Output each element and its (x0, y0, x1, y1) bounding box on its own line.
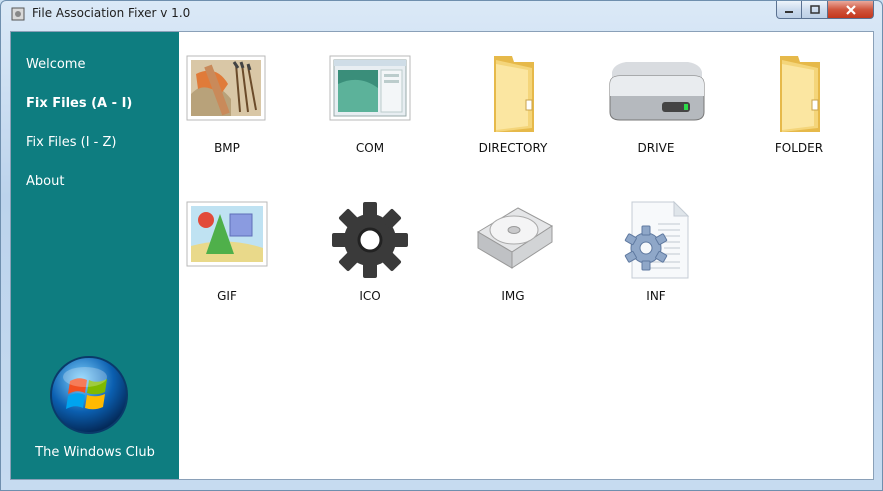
gear-icon (332, 202, 408, 278)
file-tile-img[interactable]: IMG (448, 200, 578, 310)
window-title: File Association Fixer v 1.0 (32, 6, 191, 20)
folder-icon (780, 56, 820, 132)
file-tile-label: COM (355, 141, 385, 155)
window-controls (776, 1, 874, 20)
disc-case-icon (477, 207, 553, 269)
file-tile-label: DIRECTORY (478, 141, 548, 155)
file-tile-gif[interactable]: GIF (162, 200, 292, 310)
app-icon (11, 7, 25, 21)
sidebar: Welcome Fix Files (A - I) Fix Files (I -… (11, 32, 179, 479)
title-bar[interactable]: File Association Fixer v 1.0 (1, 1, 882, 27)
file-tile-inf[interactable]: INF (591, 200, 721, 310)
file-tile-label: IMG (501, 289, 525, 303)
file-tile-label: BMP (214, 141, 240, 155)
file-tile-label: FOLDER (774, 141, 824, 155)
com-window-icon (329, 55, 411, 121)
file-tile-folder[interactable]: FOLDER (734, 54, 864, 164)
file-tile-drive[interactable]: DRIVE (591, 54, 721, 164)
file-tile-directory[interactable]: DIRECTORY (448, 54, 578, 164)
file-tile-label: GIF (217, 289, 237, 303)
file-tile-label: ICO (359, 289, 381, 303)
file-type-grid: BMP COM DIRECTORY DRIVE FOLDER GIF ICO I… (179, 32, 873, 479)
file-tile-label: DRIVE (637, 141, 675, 155)
brand-label: The Windows Club (35, 445, 155, 460)
gif-image-icon (186, 201, 268, 267)
folder-icon (494, 56, 534, 132)
sidebar-item-fix-files-a-i[interactable]: Fix Files (A - I) (26, 96, 132, 111)
file-tile-com[interactable]: COM (305, 54, 435, 164)
file-tile-ico[interactable]: ICO (305, 200, 435, 310)
minimize-icon (785, 10, 793, 13)
drive-icon (609, 62, 705, 121)
close-button[interactable] (828, 1, 874, 19)
maximize-button[interactable] (802, 1, 828, 19)
app-window: File Association Fixer v 1.0 Welcome Fix… (0, 0, 883, 491)
windows-logo-icon (50, 356, 128, 434)
inf-settings-icon (624, 200, 690, 279)
maximize-icon (809, 5, 820, 14)
sidebar-item-about[interactable]: About (26, 174, 64, 189)
sidebar-item-welcome[interactable]: Welcome (26, 57, 85, 72)
minimize-button[interactable] (776, 1, 802, 19)
file-tile-label: INF (646, 289, 666, 303)
file-tile-bmp[interactable]: BMP (162, 54, 292, 164)
sidebar-item-fix-files-i-z[interactable]: Fix Files (I - Z) (26, 135, 116, 150)
close-icon (845, 4, 856, 15)
bmp-paint-icon (186, 55, 266, 121)
client-area: Welcome Fix Files (A - I) Fix Files (I -… (10, 31, 874, 480)
